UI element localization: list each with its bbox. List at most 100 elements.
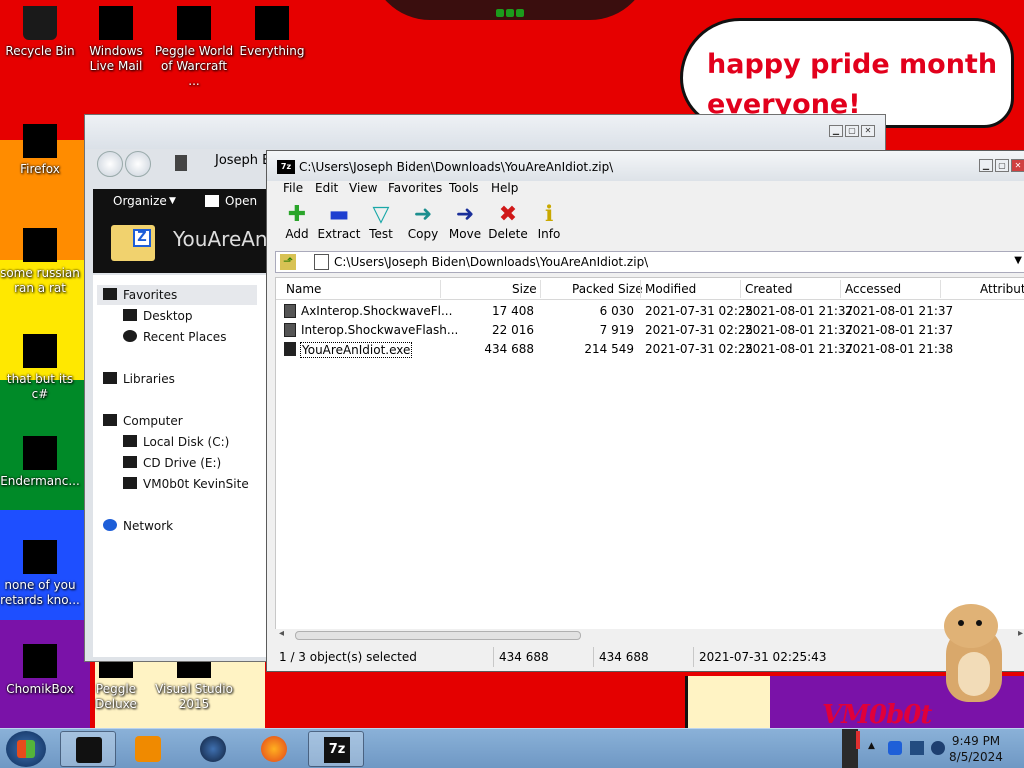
copy-button[interactable]: ➜ Copy (401, 203, 445, 242)
bubble-text: happy pride month everyone! (707, 49, 998, 120)
explorer-breadcrumb[interactable]: Joseph B (215, 153, 271, 168)
chevron-down-icon: ▼ (169, 196, 176, 206)
delete-x-icon: ✖ (498, 202, 518, 227)
column-modified[interactable]: Modified (645, 282, 696, 296)
windows-logo-icon (17, 740, 35, 758)
desktop-icon-everything[interactable]: Everything (232, 6, 312, 59)
executable-icon (284, 342, 296, 356)
desktop-icon-none-of-you[interactable]: none of you retards kno... (0, 540, 80, 608)
minimize-button[interactable]: ▁ (979, 159, 993, 172)
sidebar-item-recent-places[interactable]: Recent Places (123, 330, 226, 344)
7zip-titlebar[interactable]: 7z C:\Users\Joseph Biden\Downloads\YouAr… (267, 151, 1024, 181)
hard-drive-icon (123, 435, 137, 447)
program-icon (23, 436, 57, 470)
chevron-up-icon[interactable]: ▲ (868, 741, 882, 755)
menu-favorites[interactable]: Favorites (388, 181, 442, 195)
desktop-icon-chomikbox[interactable]: ChomikBox (0, 644, 80, 697)
maximize-button[interactable]: ▢ (845, 125, 859, 137)
security-icon[interactable] (888, 741, 902, 755)
close-button[interactable]: ✕ (861, 125, 875, 137)
globe-icon (200, 736, 226, 762)
column-created[interactable]: Created (745, 282, 793, 296)
menu-tools[interactable]: Tools (449, 181, 479, 195)
organize-button[interactable]: Organize (113, 194, 167, 208)
forward-button[interactable] (125, 151, 151, 177)
sidebar-item-libraries[interactable]: Libraries (103, 372, 175, 386)
status-modified: 2021-07-31 02:25:43 (699, 650, 827, 664)
column-name[interactable]: Name (286, 282, 321, 296)
menu-bar: File Edit View Favorites Tools Help (267, 181, 1024, 199)
address-bar[interactable]: ⬏ C:\Users\Joseph Biden\Downloads\YouAre… (275, 251, 1024, 273)
explorer-titlebar[interactable]: ▁ ▢ ✕ (85, 115, 885, 149)
extract-button[interactable]: ▬ Extract (317, 203, 361, 242)
info-icon: ℹ (544, 202, 554, 227)
desktop-icon-peggle-wow[interactable]: Peggle World of Warcraft ... (154, 6, 234, 89)
taskbar-explorer-button[interactable] (60, 731, 116, 767)
desktop-icon-windows-live-mail[interactable]: Windows Live Mail (76, 6, 156, 74)
taskbar: 7z ▲ 9:49 PM 8/5/2024 (0, 728, 1024, 768)
sidebar-item-network-share[interactable]: VM0b0t KevinSite (123, 477, 249, 491)
sidebar-item-desktop[interactable]: Desktop (123, 309, 193, 323)
open-button[interactable]: Open (225, 194, 257, 208)
desktop-icon-endermanch[interactable]: Endermanc... (0, 436, 80, 489)
desktop-icon-firefox[interactable]: Firefox (0, 124, 80, 177)
start-button[interactable] (6, 731, 46, 767)
network-status-icon[interactable] (910, 741, 924, 755)
delete-button[interactable]: ✖ Delete (486, 202, 530, 242)
window-title: C:\Users\Joseph Biden\Downloads\YouAreAn… (299, 160, 614, 174)
maximize-button[interactable]: ▢ (995, 159, 1009, 172)
table-row[interactable]: AxInterop.ShockwaveFl... 17 408 6 030 20… (276, 302, 1024, 321)
desktop-icon-that-but-csharp[interactable]: that but its c# (0, 334, 80, 402)
sidebar-item-computer[interactable]: Computer (103, 414, 183, 428)
sidebar-item-cd-drive[interactable]: CD Drive (E:) (123, 456, 221, 470)
scroll-right-icon[interactable]: ▸ (1018, 628, 1023, 639)
program-icon (23, 228, 57, 262)
taskbar-media-player-button[interactable] (120, 731, 176, 767)
minimize-button[interactable]: ▁ (829, 125, 843, 137)
menu-view[interactable]: View (349, 181, 377, 195)
desktop-icon-recycle-bin[interactable]: Recycle Bin (0, 6, 80, 59)
clock-date: 8/5/2024 (949, 750, 1003, 764)
close-button[interactable]: ✕ (1011, 159, 1024, 172)
cd-drive-icon (123, 456, 137, 468)
menu-file[interactable]: File (283, 181, 303, 195)
column-packed-size[interactable]: Packed Size (572, 282, 643, 296)
column-attributes[interactable]: Attribute (980, 282, 1024, 296)
add-button[interactable]: ✚ Add (275, 203, 319, 242)
sidebar-item-network[interactable]: Network (103, 519, 173, 533)
scrollbar-thumb[interactable] (295, 631, 581, 640)
table-row[interactable]: Interop.ShockwaveFlash... 22 016 7 919 2… (276, 321, 1024, 340)
chevron-down-icon[interactable]: ▼ (1014, 255, 1022, 266)
move-button[interactable]: ➜ Move (443, 202, 487, 242)
file-list[interactable]: Name Size Packed Size Modified Created A… (275, 277, 1024, 641)
info-button[interactable]: ℹ Info (527, 202, 571, 242)
taskbar-firefox-button[interactable] (246, 731, 302, 767)
sidebar-item-local-disk[interactable]: Local Disk (C:) (123, 435, 229, 449)
computer-icon (103, 414, 117, 426)
table-row-selected[interactable]: YouAreAnIdiot.exe 434 688 214 549 2021-0… (276, 340, 1024, 359)
libraries-icon (103, 372, 117, 384)
taskbar-network-button[interactable] (185, 731, 241, 767)
explorer-preview-banner: Z YouAreAn (93, 215, 273, 273)
horizontal-scrollbar[interactable]: ◂ ▸ (275, 628, 1024, 641)
network-drive-icon (123, 477, 137, 489)
desktop-icon-russian-rat[interactable]: some russian ran a rat (0, 228, 80, 296)
test-button[interactable]: ▽ Test (359, 203, 403, 242)
menu-help[interactable]: Help (491, 181, 518, 195)
desktop-icon (123, 309, 137, 321)
7zip-icon (205, 195, 219, 207)
clock[interactable]: 9:49 PM 8/5/2024 (936, 733, 1016, 765)
status-bar: 1 / 3 object(s) selected 434 688 434 688… (275, 647, 1024, 667)
sidebar-item-favorites[interactable]: Favorites (97, 285, 257, 305)
firefox-icon (23, 124, 57, 158)
column-size[interactable]: Size (512, 282, 537, 296)
network-icon (103, 519, 117, 531)
menu-edit[interactable]: Edit (315, 181, 338, 195)
back-button[interactable] (97, 151, 123, 177)
column-accessed[interactable]: Accessed (845, 282, 901, 296)
taskbar-7zip-button[interactable]: 7z (308, 731, 364, 767)
scroll-left-icon[interactable]: ◂ (279, 628, 284, 639)
7zip-window[interactable]: 7z C:\Users\Joseph Biden\Downloads\YouAr… (266, 150, 1024, 672)
move-arrow-icon: ➜ (455, 202, 475, 227)
up-folder-icon[interactable]: ⬏ (280, 254, 296, 270)
